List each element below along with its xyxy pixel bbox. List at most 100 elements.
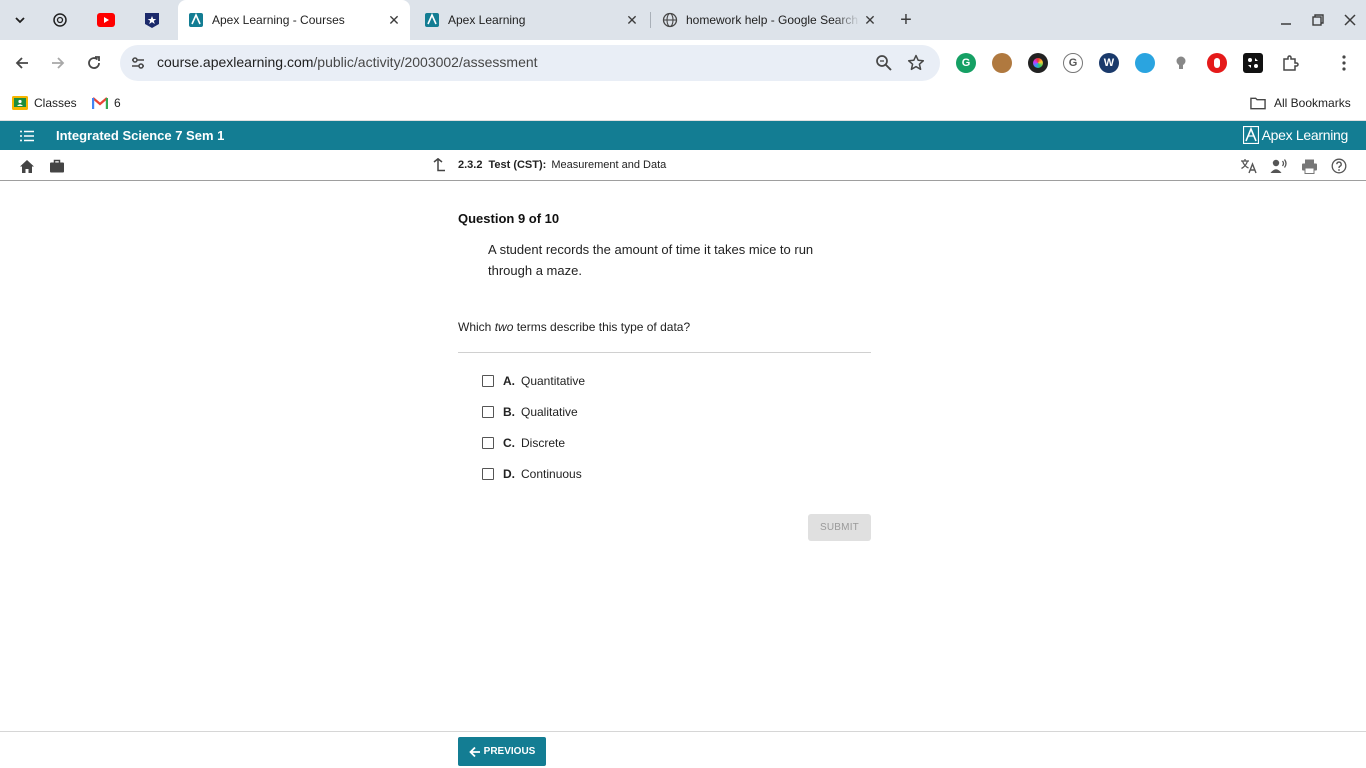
bookmark-gmail[interactable]: 6 [92,93,121,113]
previous-label: PREVIOUS [483,746,536,757]
translate-icon[interactable] [1240,157,1258,175]
apex-favicon-icon [188,12,204,28]
prompt-emphasis: two [494,320,514,334]
activity-name: Measurement and Data [551,159,667,171]
checkbox[interactable] [482,468,494,480]
apex-logo-icon [1242,126,1259,144]
tab-strip: Apex Learning - Courses ✕ Apex Learning … [0,0,1366,40]
choice-a[interactable]: A. Quantitative [482,373,585,389]
bookmarks-bar: Classes 6 All Bookmarks [0,86,1366,121]
google-classroom-icon [12,95,28,111]
url-text: course.apexlearning.com/public/activity/… [157,54,538,70]
site-settings-icon[interactable] [128,53,148,73]
more-menu-icon[interactable] [1334,53,1354,73]
pinned-tab-youtube[interactable] [94,8,118,32]
up-arrow-icon[interactable] [432,158,446,172]
prompt-start: Which [458,320,495,334]
activity-breadcrumb: 2.3.2 Test (CST): Measurement and Data [432,158,666,172]
bulb-extension-icon[interactable] [1171,53,1191,73]
gmail-icon [92,95,108,111]
divider [458,352,871,353]
apex-logo: Apex Learning [1242,126,1349,144]
url-host: course.apexlearning.com [157,54,314,70]
close-icon[interactable]: ✕ [384,10,404,30]
puzzle-dots-extension-icon[interactable] [1243,53,1263,73]
choice-letter: D. [503,467,515,481]
address-bar[interactable]: course.apexlearning.com/public/activity/… [120,45,940,81]
activity-number: 2.3.2 [458,159,483,171]
zoom-icon[interactable] [874,53,894,73]
tab-apex-learning[interactable]: Apex Learning ✕ [414,0,648,40]
course-header: Integrated Science 7 Sem 1 Apex Learning [0,121,1366,150]
url-path: /public/activity/2003002/assessment [313,54,538,70]
folder-icon [1250,95,1266,111]
reload-icon [88,56,100,69]
choice-text: Qualitative [521,405,578,419]
choice-text: Continuous [521,467,582,481]
close-icon[interactable]: ✕ [622,10,642,30]
g-extension-icon[interactable]: G [1063,53,1083,73]
arrow-left-icon [468,746,480,757]
tab-title: Apex Learning - Courses [212,13,345,27]
choice-b[interactable]: B. Qualitative [482,404,578,420]
brand-name: Apex Learning [1261,127,1349,143]
home-icon[interactable] [18,157,36,175]
pinned-tab-star[interactable] [140,8,164,32]
restore-icon[interactable] [1306,8,1330,32]
bookmark-classes[interactable]: Classes [12,93,77,113]
cookie-extension-icon[interactable] [992,53,1012,73]
reload-button[interactable] [80,49,108,77]
bookmark-star-icon[interactable] [906,53,926,73]
forward-button[interactable] [44,49,72,77]
all-bookmarks-label: All Bookmarks [1274,96,1351,110]
print-icon[interactable] [1300,157,1318,175]
bookmark-label: 6 [114,96,121,110]
course-menu-icon[interactable] [19,128,35,144]
browser-toolbar: course.apexlearning.com/public/activity/… [0,40,1366,86]
previous-button[interactable]: PREVIOUS [458,737,546,766]
choice-letter: B. [503,405,515,419]
prompt-end: terms describe this type of data? [513,320,691,334]
minimize-icon[interactable] [1274,8,1298,32]
help-icon[interactable] [1330,157,1348,175]
arrow-left-icon [15,57,28,69]
choice-text: Quantitative [521,374,586,388]
color-extension-icon[interactable] [1028,53,1048,73]
w-extension-icon[interactable]: W [1099,53,1119,73]
choice-letter: C. [503,436,515,450]
tab-google-search[interactable]: homework help - Google Search ✕ [652,0,886,40]
read-aloud-icon[interactable] [1270,157,1288,175]
course-title: Integrated Science 7 Sem 1 [56,128,225,143]
tab-separator [650,12,651,28]
question-stem: A student records the amount of time it … [488,242,814,278]
question-prompt: Which two terms describe this type of da… [458,320,690,334]
star-badge-icon [145,13,159,28]
choice-c[interactable]: C. Discrete [482,435,565,451]
apex-favicon-icon [424,12,440,28]
bookmark-label: Classes [34,96,77,110]
hand-extension-icon[interactable] [1207,53,1227,73]
tab-apex-courses[interactable]: Apex Learning - Courses ✕ [178,0,410,40]
checkbox[interactable] [482,375,494,387]
choice-d[interactable]: D. Continuous [482,466,582,482]
all-bookmarks-button[interactable]: All Bookmarks [1250,93,1351,113]
tab-search-button[interactable] [6,6,34,34]
chevron-down-icon [15,17,25,24]
briefcase-icon[interactable] [48,157,66,175]
new-tab-button[interactable]: + [893,7,919,33]
extensions-puzzle-icon[interactable] [1280,53,1300,73]
checkbox[interactable] [482,406,494,418]
footer-nav: PREVIOUS [0,731,1366,768]
checkbox[interactable] [482,437,494,449]
grammarly-extension-icon[interactable]: G [956,53,976,73]
back-button[interactable] [8,49,36,77]
window-close-icon[interactable] [1338,8,1362,32]
choice-letter: A. [503,374,515,388]
pinned-tab-chatgpt[interactable] [48,8,72,32]
cloud-extension-icon[interactable] [1135,53,1155,73]
choice-text: Discrete [521,436,566,450]
question-counter: Question 9 of 10 [458,211,560,226]
close-icon[interactable]: ✕ [860,10,880,30]
openai-icon [53,13,67,27]
submit-button[interactable]: SUBMIT [808,514,871,541]
